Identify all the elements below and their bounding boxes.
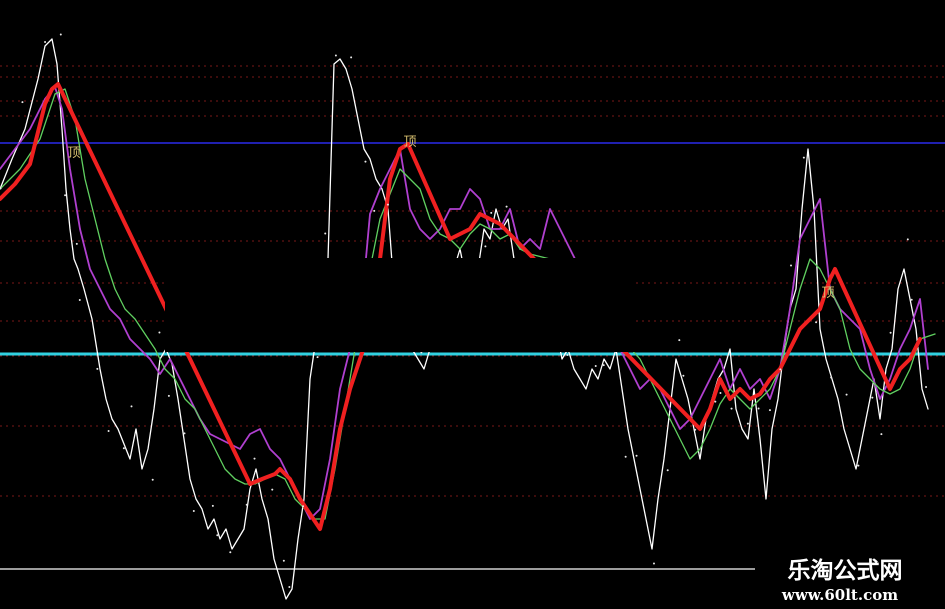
watermark: 乐淘公式网 www.60lt.com — [755, 550, 945, 609]
scatter-dot — [779, 368, 782, 371]
scatter-dot — [678, 339, 681, 342]
scatter-dot — [757, 407, 760, 410]
scatter-dot — [75, 242, 78, 245]
scatter-dot — [245, 503, 248, 506]
scatter-dot — [192, 510, 195, 513]
scatter-dot — [719, 392, 722, 395]
scatter-dot — [211, 504, 214, 507]
scatter-dot — [216, 534, 219, 537]
scatter-dot — [386, 203, 389, 206]
scatter-dot — [373, 209, 376, 212]
scatter-dot — [730, 407, 733, 410]
scatter-dot — [802, 156, 805, 159]
scatter-dot — [602, 364, 605, 367]
scatter-dot — [906, 238, 909, 241]
scatter-dot — [594, 364, 597, 367]
scatter-dot — [746, 422, 749, 425]
scatter-dot — [925, 386, 928, 389]
scatter-dot — [624, 455, 627, 458]
scatter-dot — [334, 54, 337, 57]
scatter-dot — [64, 194, 67, 197]
annotation-label-1: 顶 — [403, 135, 416, 150]
scatter-dot — [768, 409, 771, 412]
scatter-dot — [910, 298, 913, 301]
scatter-dot — [857, 464, 860, 467]
scatter-dot — [505, 205, 508, 208]
scatter-dot — [714, 400, 717, 403]
watermark-url: www.60lt.com — [781, 586, 898, 604]
scatter-dot — [107, 430, 110, 433]
scatter-dot — [790, 264, 793, 267]
scatter-dot — [566, 354, 569, 357]
scatter-dot — [96, 367, 99, 370]
scatter-dot — [78, 299, 81, 302]
scatter-dot — [21, 101, 24, 104]
scatter-dot — [484, 245, 487, 248]
scatter-dot — [830, 376, 833, 379]
scatter-dot — [815, 321, 818, 324]
annotation-label-0: 顶 — [67, 146, 80, 161]
scatter-dot — [44, 41, 47, 44]
scatter-dot — [59, 33, 62, 36]
scatter-dot — [253, 457, 256, 460]
scatter-dot — [229, 551, 232, 554]
scatter-dot — [130, 405, 133, 408]
scatter-dot — [158, 331, 161, 334]
scatter-dot — [302, 505, 305, 508]
scatter-dot — [122, 447, 125, 450]
occluder-panel — [165, 258, 635, 352]
scatter-dot — [871, 396, 874, 399]
scatter-dot — [889, 331, 892, 334]
scatter-dot — [364, 160, 367, 163]
scatter-dot — [167, 394, 170, 397]
indicator-chart: 顶顶顶 乐淘公式网 www.60lt.com — [0, 0, 945, 609]
watermark-title: 乐淘公式网 — [788, 557, 903, 584]
annotation-label-2: 顶 — [821, 286, 834, 301]
scatter-dot — [271, 488, 274, 491]
scatter-dot — [880, 433, 883, 436]
scatter-dot — [682, 374, 685, 377]
scatter-dot — [288, 585, 291, 588]
scatter-dot — [652, 562, 655, 565]
scatter-dot — [183, 432, 186, 435]
scatter-dot — [151, 478, 154, 481]
scatter-dot — [694, 428, 697, 431]
scatter-dot — [666, 469, 669, 472]
scatter-dot — [316, 356, 319, 359]
scatter-dot — [282, 559, 285, 562]
scatter-dot — [350, 56, 353, 59]
scatter-dot — [845, 393, 848, 396]
scatter-dot — [635, 454, 638, 457]
scatter-dot — [490, 211, 493, 214]
scatter-dot — [324, 232, 327, 235]
chart-area: 顶顶顶 乐淘公式网 www.60lt.com — [0, 0, 945, 609]
